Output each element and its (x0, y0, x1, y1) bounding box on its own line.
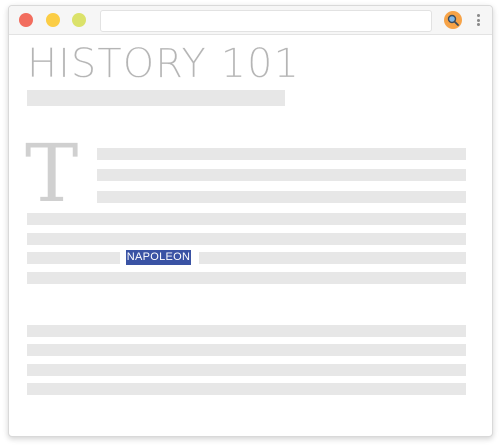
minimize-window-button[interactable] (46, 13, 60, 27)
search-button[interactable] (444, 11, 462, 29)
search-icon (447, 14, 459, 26)
kebab-menu-icon[interactable] (475, 13, 483, 27)
text-line-placeholder (27, 364, 466, 376)
address-bar[interactable] (100, 10, 432, 32)
drop-cap: T (25, 127, 79, 220)
text-line-placeholder (97, 191, 466, 203)
maximize-window-button[interactable] (72, 13, 86, 27)
page-title: HISTORY 101 (27, 41, 300, 87)
text-line-placeholder (27, 272, 466, 284)
text-line-placeholder (27, 344, 466, 356)
text-line-placeholder (199, 252, 466, 264)
title-bar (9, 6, 492, 35)
close-window-button[interactable] (19, 13, 33, 27)
text-line-placeholder (97, 169, 466, 181)
text-line-placeholder (97, 148, 466, 160)
browser-window: HISTORY 101 T NAPOLEON (8, 5, 493, 437)
text-line-placeholder (27, 325, 466, 337)
text-line-placeholder (27, 383, 466, 395)
subtitle-placeholder (27, 90, 285, 106)
highlighted-word[interactable]: NAPOLEON (126, 250, 191, 265)
text-line-placeholder (27, 213, 466, 225)
text-line-placeholder (27, 252, 120, 264)
text-line-placeholder (27, 233, 466, 245)
